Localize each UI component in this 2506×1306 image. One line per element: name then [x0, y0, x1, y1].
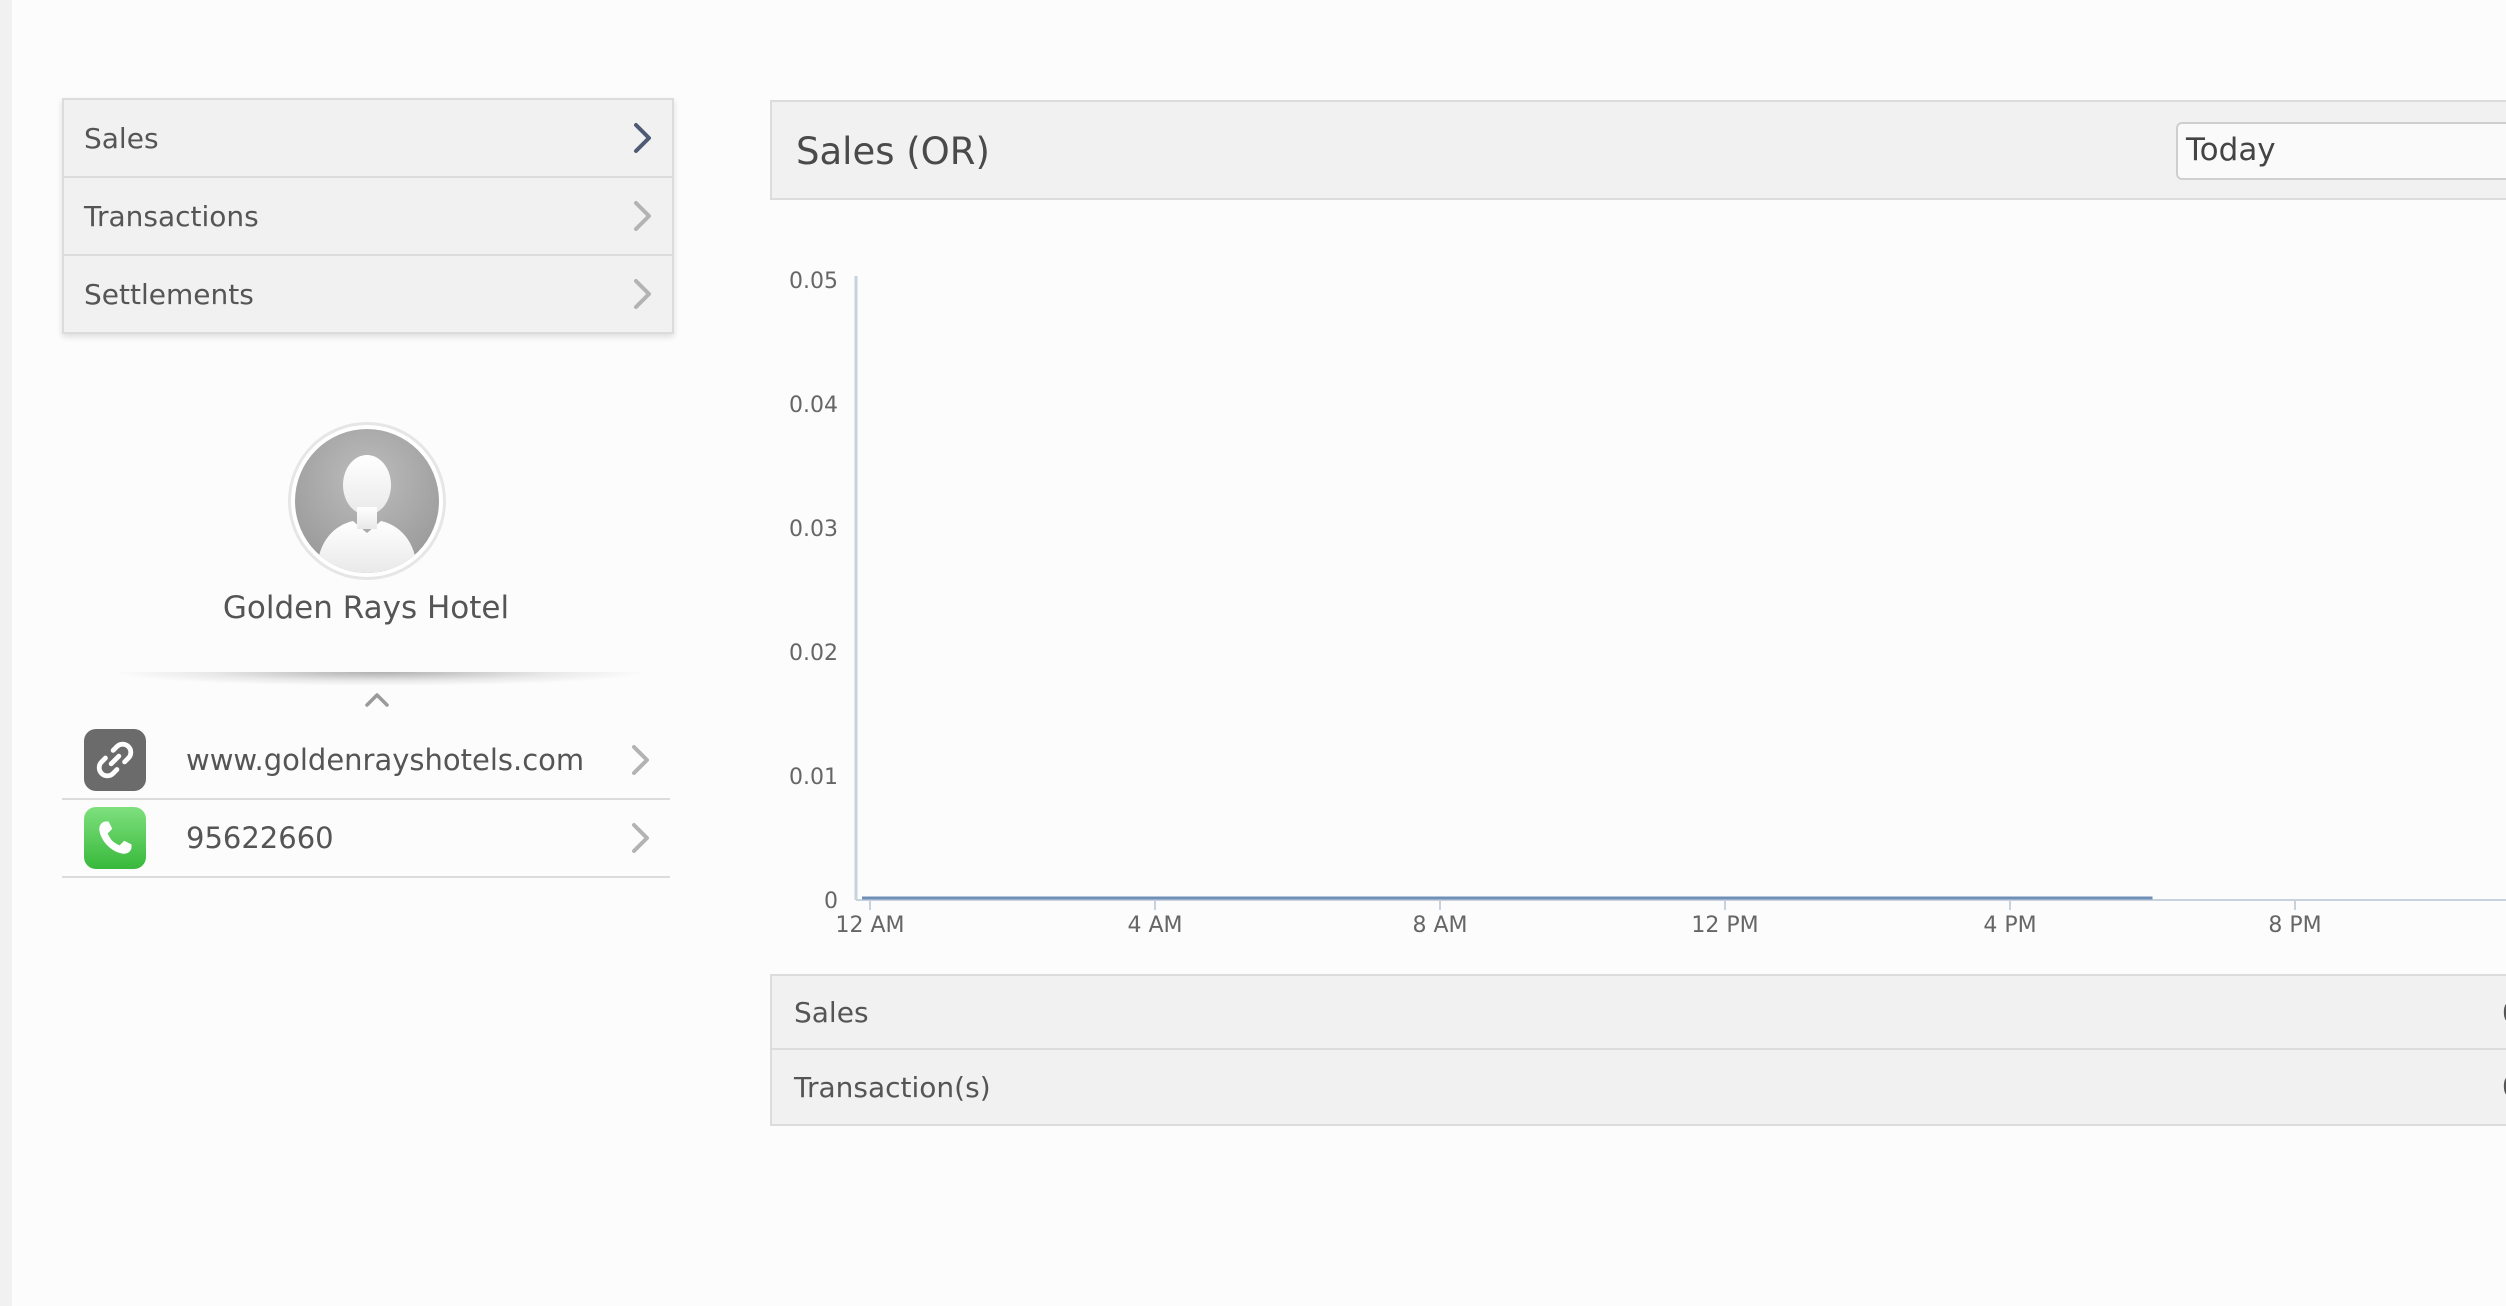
chevron-right-icon [632, 121, 654, 155]
y-tick-label: 0.01 [789, 765, 838, 790]
sales-summary-table: Sales 0 Transaction(s) 0 [770, 974, 2506, 1126]
left-edge-strip [0, 0, 12, 1306]
x-tick-label: 8 AM [1412, 913, 1467, 938]
summary-row-sales: Sales 0 [770, 974, 2506, 1050]
y-tick-label: 0 [824, 889, 838, 914]
profile-divider [110, 672, 650, 686]
menu-item-settlements[interactable]: Settlements [64, 256, 672, 332]
period-select-value: Today [2186, 132, 2276, 168]
summary-row-transactions: Transaction(s) 0 [770, 1050, 2506, 1126]
chevron-right-icon [630, 821, 652, 855]
contact-list: www.goldenrayshotels.com 95622660 [62, 722, 670, 878]
x-tick-label: 8 PM [2268, 913, 2321, 938]
menu-item-label: Settlements [84, 277, 254, 311]
x-tick-label: 4 AM [1127, 913, 1182, 938]
chevron-right-icon [630, 743, 652, 777]
menu-item-sales[interactable]: Sales [64, 100, 672, 178]
panel-title: Sales (OR) [796, 130, 990, 173]
y-tick-label: 0.03 [789, 517, 838, 542]
x-tick-label: 4 PM [1983, 913, 2036, 938]
chevron-up-icon[interactable] [364, 690, 390, 708]
x-tick-label: 12 PM [1691, 913, 1758, 938]
website-link[interactable]: www.goldenrayshotels.com [62, 722, 670, 800]
chevron-right-icon [632, 277, 654, 311]
merchant-name: Golden Rays Hotel [222, 590, 510, 626]
summary-label: Sales [794, 995, 869, 1029]
avatar [288, 422, 446, 580]
menu-item-label: Sales [84, 121, 159, 155]
menu-item-transactions[interactable]: Transactions [64, 178, 672, 256]
sales-panel-header: Sales (OR) Today [770, 100, 2506, 200]
sales-chart: 0.05 0.04 0.03 0.02 0.01 0 12 AM 4 AM 8 AM 12 PM 4… [770, 250, 2506, 950]
phone-icon [84, 807, 146, 869]
user-silhouette-icon [295, 429, 439, 573]
website-text: www.goldenrayshotels.com [186, 743, 585, 777]
summary-label: Transaction(s) [794, 1070, 991, 1104]
menu-item-label: Transactions [84, 199, 259, 233]
chart-svg: 0.05 0.04 0.03 0.02 0.01 012 AM 4 AM 8 AM 12 PM 4… [789, 269, 2506, 938]
phone-link[interactable]: 95622660 [62, 800, 670, 878]
chevron-right-icon [632, 199, 654, 233]
summary-value: 0 [2502, 996, 2506, 1029]
section-menu: Sales Transactions Settlements [62, 98, 674, 334]
y-tick-label: 0.05 [789, 269, 838, 294]
summary-value: 0 [2502, 1070, 2506, 1103]
y-tick-label: 0.04 [789, 393, 838, 418]
x-tick-label: 12 AM [835, 913, 904, 938]
phone-text: 95622660 [186, 821, 334, 855]
link-icon [84, 729, 146, 791]
period-select[interactable]: Today [2176, 122, 2506, 180]
y-tick-label: 0.02 [789, 641, 838, 666]
